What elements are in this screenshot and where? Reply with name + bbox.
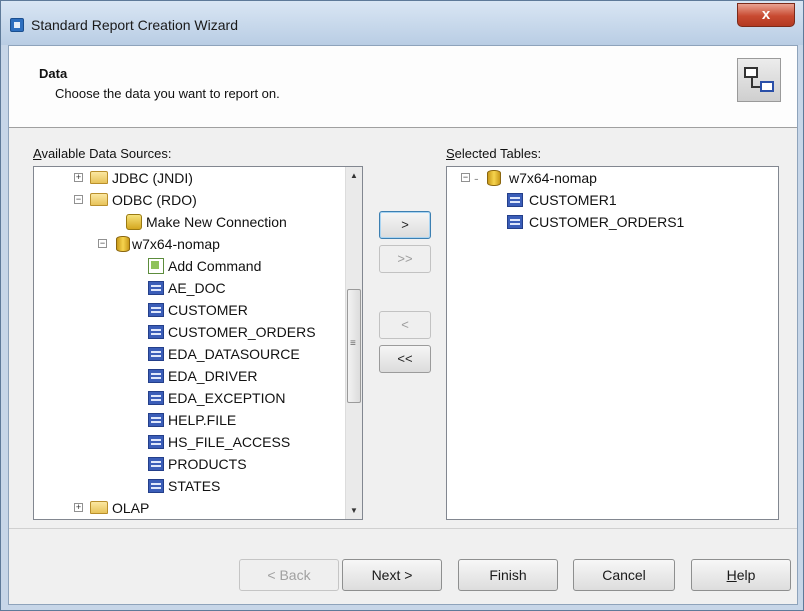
wizard-client-area: Data Choose the data you want to report … [8,45,798,605]
tree-item-table[interactable]: CUSTOMER [34,299,346,321]
tree-item-table[interactable]: CUSTOMER_ORDERS [34,321,346,343]
tree-item-table[interactable]: HELP.FILE [34,409,346,431]
selected-tables-tree[interactable]: − - w7x64-nomap CUSTOMER1 CUSTOMER_ORDER… [446,166,779,520]
database-icon [116,236,130,252]
data-link-icon [737,58,781,102]
expand-icon[interactable]: + [74,503,83,512]
database-icon [487,170,501,186]
new-connection-icon [126,214,142,230]
wizard-header: Data Choose the data you want to report … [9,46,797,128]
collapse-icon[interactable]: − [98,239,107,248]
close-button[interactable]: x [737,3,795,27]
tree-item-table[interactable]: AE_DOC [34,277,346,299]
tree-item-w7x64-nomap[interactable]: − - w7x64-nomap [447,167,777,189]
table-icon [148,479,164,493]
table-icon [507,193,523,207]
add-selected-button[interactable]: > [379,211,431,239]
add-command-icon [148,258,164,274]
next-button[interactable]: Next > [342,559,442,591]
collapse-icon[interactable]: − [461,173,470,182]
tree-item-table[interactable]: HS_FILE_ACCESS [34,431,346,453]
folder-icon [90,193,108,206]
table-icon [148,303,164,317]
tree-item-odbc-rdo[interactable]: − ODBC (RDO) [34,189,346,211]
available-data-sources-tree[interactable]: + JDBC (JNDI) − ODBC (RDO) Make New Conn… [33,166,363,520]
folder-icon [90,501,108,514]
table-icon [507,215,523,229]
collapse-icon[interactable]: − [74,195,83,204]
tree-item-add-command[interactable]: Add Command [34,255,346,277]
tree-item-w7x64-nomap[interactable]: − w7x64-nomap [34,233,346,255]
page-subtitle: Choose the data you want to report on. [55,86,280,101]
tree-item-table[interactable]: PRODUCTS [34,453,346,475]
tree-item-table[interactable]: CUSTOMER_ORDERS1 [447,211,777,233]
table-icon [148,457,164,471]
table-icon [148,281,164,295]
help-button[interactable]: Help [691,559,791,591]
expand-icon[interactable]: + [74,173,83,182]
table-icon [148,347,164,361]
tree-item-make-new-connection[interactable]: Make New Connection [34,211,346,233]
table-icon [148,325,164,339]
tree-item-table[interactable]: STATES [34,475,346,497]
back-button[interactable]: < Back [239,559,339,591]
page-title: Data [39,66,68,81]
app-icon [10,18,24,32]
tree-connector: - [474,170,479,186]
remove-selected-button[interactable]: < [379,311,431,339]
selected-tables-label: Selected Tables: [446,146,542,161]
tree-item-olap[interactable]: + OLAP [34,497,346,519]
cancel-button[interactable]: Cancel [573,559,675,591]
tree-item-table[interactable]: EDA_DRIVER [34,365,346,387]
table-icon [148,369,164,383]
title-bar[interactable]: Standard Report Creation Wizard x [1,1,803,45]
scroll-down-arrow-icon[interactable]: ▼ [346,502,362,519]
table-icon [148,413,164,427]
window-title: Standard Report Creation Wizard [31,17,238,33]
scroll-thumb[interactable] [347,289,361,403]
footer-separator [9,528,797,529]
available-data-sources-label: Available Data Sources: [33,146,172,161]
remove-all-button[interactable]: << [379,345,431,373]
scroll-up-arrow-icon[interactable]: ▲ [346,167,362,184]
table-icon [148,435,164,449]
wizard-window: Standard Report Creation Wizard x Data C… [0,0,804,611]
tree-item-table[interactable]: CUSTOMER1 [447,189,777,211]
vertical-scrollbar[interactable]: ▲ ▼ [345,167,362,519]
folder-icon [90,171,108,184]
table-icon [148,391,164,405]
tree-item-table[interactable]: EDA_DATASOURCE [34,343,346,365]
add-all-button[interactable]: >> [379,245,431,273]
tree-item-table[interactable]: EDA_EXCEPTION [34,387,346,409]
finish-button[interactable]: Finish [458,559,558,591]
tree-item-jdbc-jndi[interactable]: + JDBC (JNDI) [34,167,346,189]
